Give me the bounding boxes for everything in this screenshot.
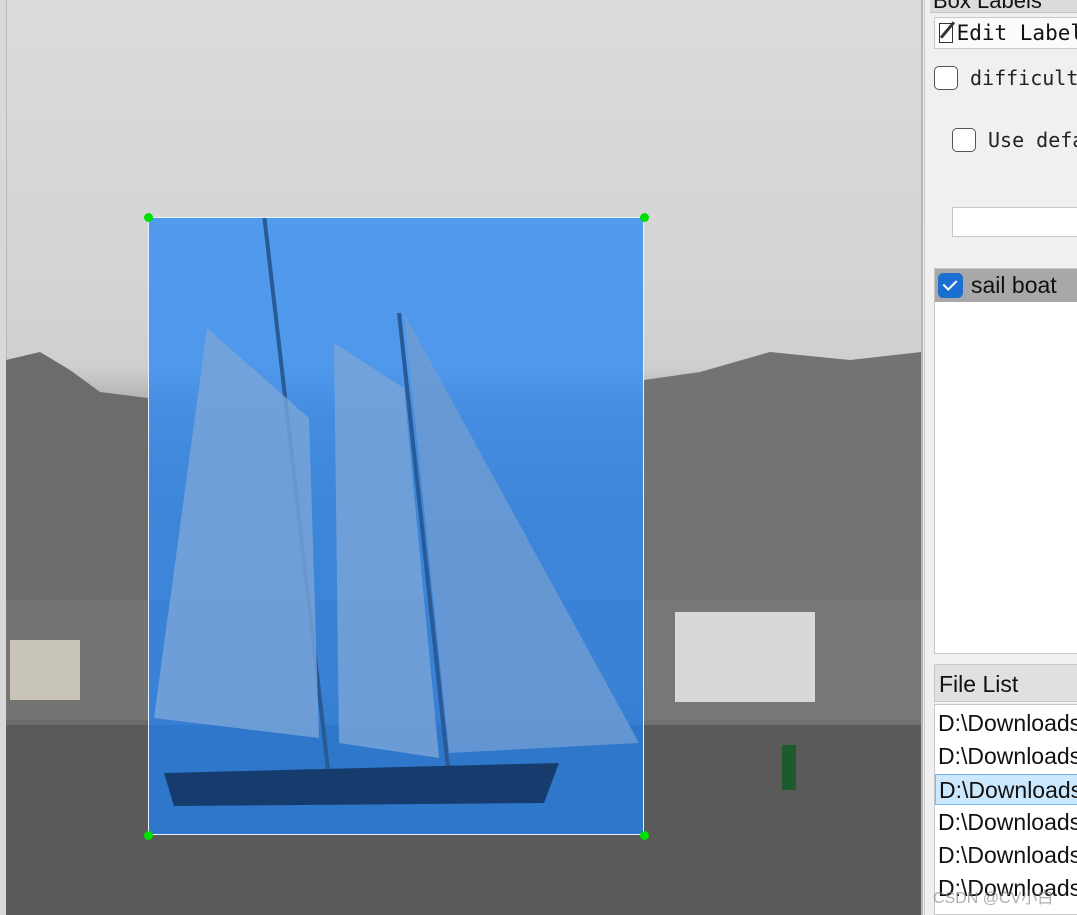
canvas-splitter[interactable] (921, 0, 923, 915)
difficult-label: difficult (970, 66, 1077, 90)
file-list-item-selected[interactable]: D:\Downloads (935, 774, 1077, 805)
difficult-checkbox[interactable] (934, 66, 958, 90)
dock-title: Box Labels (933, 0, 1042, 13)
use-default-label-row[interactable]: Use default label (952, 128, 1077, 152)
difficult-checkbox-row[interactable]: difficult (934, 66, 1077, 90)
edit-label-button[interactable]: Edit Label (934, 17, 1077, 49)
box-labels-panel: Box Labels Edit Label difficult Use defa… (924, 0, 1077, 915)
file-list-item[interactable]: D:\Downloads (935, 840, 1077, 871)
file-list-item[interactable]: D:\Downloads (935, 741, 1077, 772)
file-list-item[interactable]: D:\Downloads (935, 708, 1077, 739)
file-list-title: File List (934, 664, 1077, 702)
bbox-handle-bottom-right[interactable] (640, 831, 649, 840)
watermark: CSDN @CV小白 (933, 890, 1054, 907)
bbox-handle-bottom-left[interactable] (144, 831, 153, 840)
bbox-handle-top-left[interactable] (144, 213, 153, 222)
label-visible-checkbox[interactable] (938, 273, 963, 298)
bbox-handle-top-right[interactable] (640, 213, 649, 222)
label-list[interactable]: sail boat (934, 268, 1077, 654)
default-label-input[interactable] (952, 207, 1077, 237)
image-canvas[interactable] (0, 0, 923, 915)
use-default-label-checkbox[interactable] (952, 128, 976, 152)
bounding-box[interactable] (148, 217, 644, 835)
label-list-item[interactable]: sail boat (935, 269, 1077, 302)
edit-icon (939, 23, 953, 43)
use-default-label-text: Use default label (988, 128, 1077, 152)
edit-label-text: Edit Label (956, 21, 1077, 45)
sailboat-silhouette (154, 218, 639, 806)
file-list-item[interactable]: D:\Downloads (935, 807, 1077, 838)
label-item-text: sail boat (971, 272, 1057, 298)
